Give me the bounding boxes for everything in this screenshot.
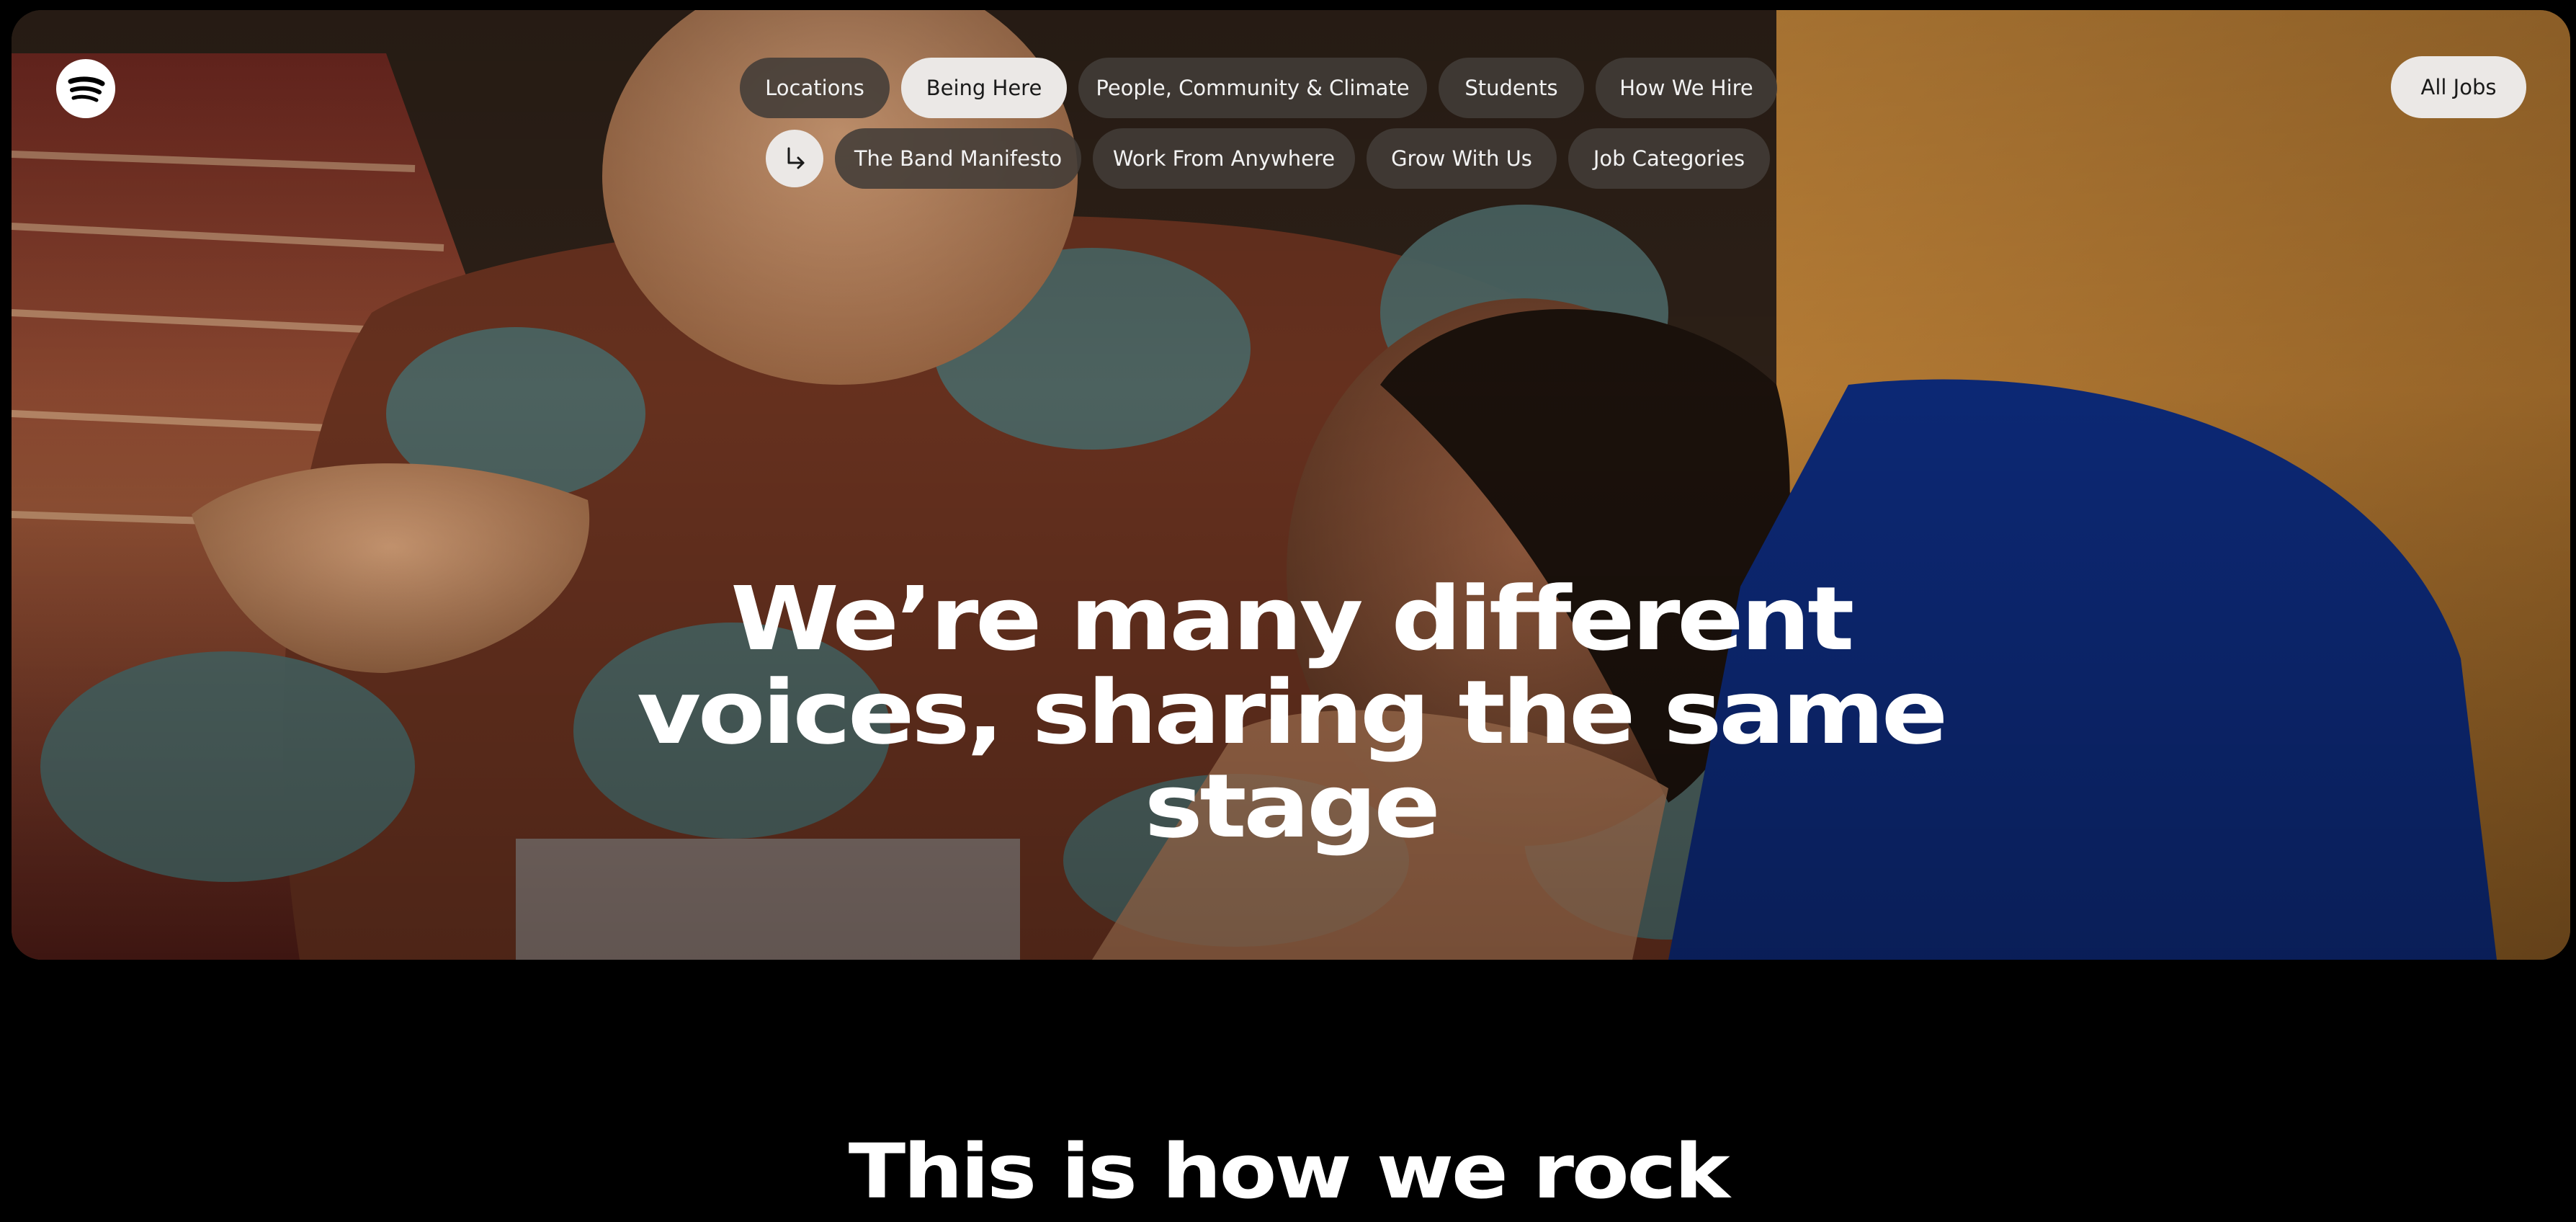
hero-banner: Locations Being Here People, Community &…	[12, 10, 2570, 960]
all-jobs-button[interactable]: All Jobs	[2391, 56, 2526, 118]
primary-nav: Locations Being Here People, Community &…	[740, 58, 1777, 118]
nav-locations[interactable]: Locations	[740, 58, 890, 118]
hero-headline-line: We’re many different	[730, 568, 1854, 670]
nav-people-community-climate[interactable]: People, Community & Climate	[1078, 58, 1427, 118]
nav-how-we-hire[interactable]: How We Hire	[1596, 58, 1777, 118]
hero-headline: We’re many different voices, sharing the…	[12, 572, 2570, 853]
nav-students[interactable]: Students	[1439, 58, 1584, 118]
nav-grow-with-us[interactable]: Grow With Us	[1367, 128, 1557, 189]
nav-job-categories[interactable]: Job Categories	[1568, 128, 1770, 189]
nav-band-manifesto[interactable]: The Band Manifesto	[835, 128, 1081, 189]
nav-being-here[interactable]: Being Here	[901, 58, 1067, 118]
arrow-down-right-icon[interactable]	[766, 130, 823, 187]
hero-headline-line: voices, sharing the same	[637, 661, 1948, 764]
nav-work-from-anywhere[interactable]: Work From Anywhere	[1093, 128, 1355, 189]
secondary-nav: The Band Manifesto Work From Anywhere Gr…	[766, 128, 1770, 189]
hero-headline-line: stage	[1144, 755, 1441, 857]
spotify-logo-icon[interactable]	[56, 59, 115, 118]
section-title: This is how we rock	[848, 1128, 1730, 1216]
